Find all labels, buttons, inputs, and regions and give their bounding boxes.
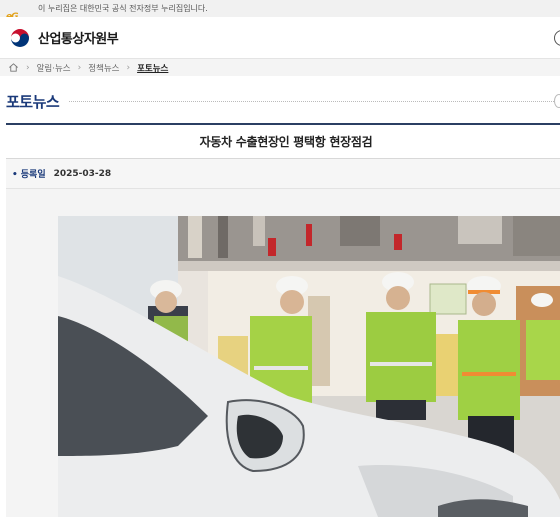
breadcrumb: › 알림·뉴스 › 정책뉴스 › 포토뉴스 (0, 59, 560, 76)
photo-container (6, 189, 560, 517)
article-photo[interactable] (58, 216, 560, 517)
share-icon[interactable] (554, 94, 560, 108)
breadcrumb-item-news[interactable]: 알림·뉴스 (37, 62, 71, 74)
search-icon[interactable] (554, 30, 560, 46)
breadcrumb-item-photo-news[interactable]: 포토뉴스 (137, 62, 168, 74)
gov-banner-text: 이 누리집은 대한민국 공식 전자정부 누리집입니다. (38, 4, 208, 13)
title-divider (69, 100, 554, 102)
breadcrumb-item-policy-news[interactable]: 정책뉴스 (88, 62, 119, 74)
date-value: 2025-03-28 (53, 168, 112, 179)
home-icon[interactable] (8, 62, 19, 73)
chevron-right-icon: › (126, 62, 131, 73)
ministry-emblem-icon[interactable] (8, 25, 32, 50)
date-label: 등록일 (12, 167, 46, 180)
chevron-right-icon: › (26, 62, 30, 73)
article-meta: 등록일 2025-03-28 (6, 159, 560, 189)
chevron-right-icon: › (77, 62, 82, 73)
site-header: 산업통상자원부 (0, 17, 560, 59)
gov-banner: eG 이 누리집은 대한민국 공식 전자정부 누리집입니다. (0, 0, 560, 22)
org-name[interactable]: 산업통상자원부 (38, 28, 119, 47)
page-title: 포토뉴스 (6, 92, 60, 111)
egov-logo: eG (6, 4, 32, 22)
page-title-row: 포토뉴스 (0, 86, 560, 116)
article-title: 자동차 수출현장인 평택항 현장점검 (199, 135, 373, 149)
article-header: 자동차 수출현장인 평택항 현장점검 (6, 123, 560, 159)
